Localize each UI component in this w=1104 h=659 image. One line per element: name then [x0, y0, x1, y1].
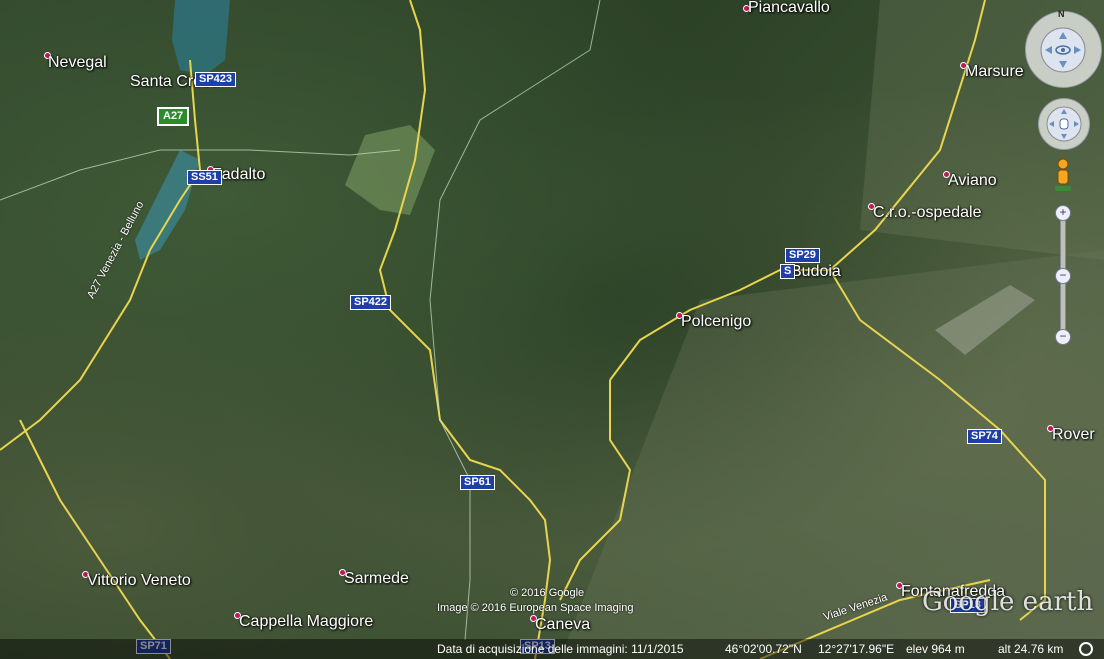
eye-icon	[1040, 27, 1086, 73]
lake	[172, 0, 230, 75]
copyright-google: © 2016 Google	[510, 587, 585, 599]
label-polcenigo[interactable]: Polcenigo	[681, 313, 751, 331]
copyright-imagery: Image © 2016 European Space Imaging	[437, 602, 634, 614]
shield-ss51: SS51	[187, 170, 222, 185]
label-nevegal[interactable]: Nevegal	[48, 54, 107, 72]
longitude-readout: 12°27'17.96"E	[818, 642, 895, 656]
hand-icon	[1046, 106, 1082, 142]
move-navigation-control[interactable]	[1038, 98, 1090, 150]
label-vittorio-veneto[interactable]: Vittorio Veneto	[87, 572, 191, 590]
shield-a27: A27	[157, 107, 190, 126]
shield-sp422: SP422	[350, 295, 392, 310]
zoom-out-button[interactable]: −	[1055, 329, 1071, 345]
zoom-thumb[interactable]: −	[1055, 268, 1071, 284]
label-sarmede[interactable]: Sarmede	[344, 570, 409, 588]
label-aviano[interactable]: Aviano	[948, 172, 997, 190]
label-caneva[interactable]: Caneva	[535, 616, 590, 634]
acquisition-date: Data di acquisizione delle immagini: 11/…	[437, 642, 684, 656]
label-cappella-maggiore[interactable]: Cappella Maggiore	[239, 613, 373, 631]
status-icon[interactable]	[1078, 641, 1094, 657]
altitude-readout: alt 24.76 km	[998, 642, 1064, 656]
shield-sp29: SP29	[785, 248, 820, 263]
label-piancavallo[interactable]: Piancavallo	[748, 0, 830, 17]
label-cro-ospedale[interactable]: C.r.o.-ospedale	[873, 204, 982, 222]
shield-sp74: SP74	[967, 429, 1002, 444]
satellite-map[interactable]: Piancavallo Nevegal Santa Croce Marsure …	[0, 0, 1104, 659]
elevation-readout: elev 964 m	[906, 642, 965, 656]
label-marsure[interactable]: Marsure	[965, 63, 1024, 81]
latitude-readout: 46°02'00.72"N	[725, 642, 802, 656]
zoom-slider[interactable]: + − −	[1055, 205, 1071, 345]
zoom-in-button[interactable]: +	[1055, 205, 1071, 221]
meadow	[345, 125, 435, 215]
shield-sp423: SP423	[195, 72, 237, 87]
street-view-pegman-icon[interactable]	[1053, 158, 1073, 194]
terrain-overlay	[0, 0, 1104, 659]
label-rover[interactable]: Rover	[1052, 426, 1095, 444]
google-earth-logo: Google earth	[922, 587, 1094, 617]
north-indicator[interactable]: N	[1058, 9, 1065, 19]
shield-sp61: SP61	[460, 475, 495, 490]
look-navigation-control[interactable]: N	[1025, 9, 1102, 88]
label-budoia[interactable]: Budoia	[791, 263, 841, 281]
shield-s: S	[780, 264, 796, 279]
status-bar: Data di acquisizione delle immagini: 11/…	[0, 639, 1104, 659]
